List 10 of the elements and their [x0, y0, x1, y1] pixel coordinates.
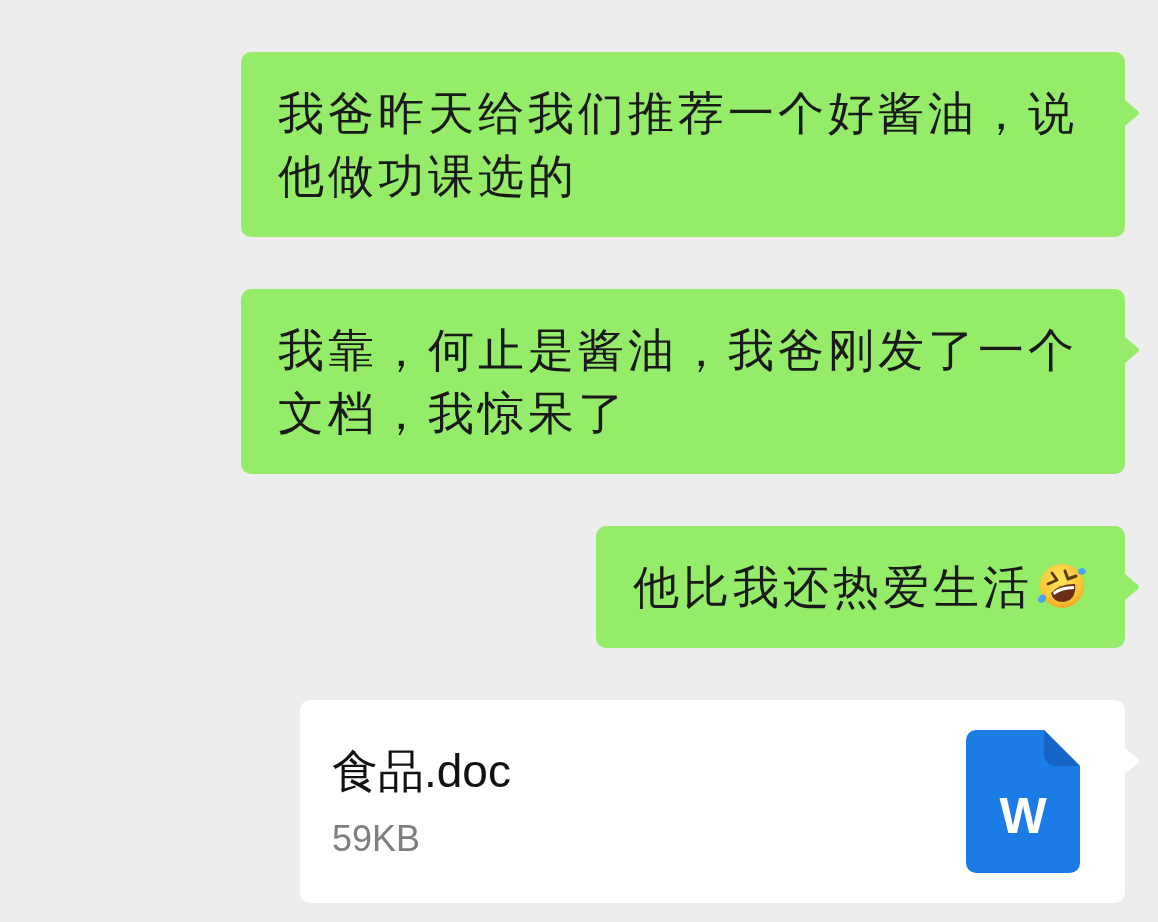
message-text: 他比我还热爱生活: [633, 561, 1033, 613]
bubble-tail: [1125, 100, 1140, 126]
message-bubble: 我爸昨天给我们推荐一个好酱油，说他做功课选的: [241, 52, 1125, 237]
document-icon: [966, 730, 1080, 873]
message-bubble: 我靠，何止是酱油，我爸刚发了一个文档，我惊呆了: [241, 289, 1125, 474]
file-name: 食品.doc: [332, 746, 511, 796]
file-card[interactable]: 食品.doc 59KB W: [300, 700, 1125, 903]
file-type-letter: W: [999, 790, 1047, 842]
file-size: 59KB: [332, 819, 422, 859]
bubble-tail: [1125, 337, 1140, 363]
